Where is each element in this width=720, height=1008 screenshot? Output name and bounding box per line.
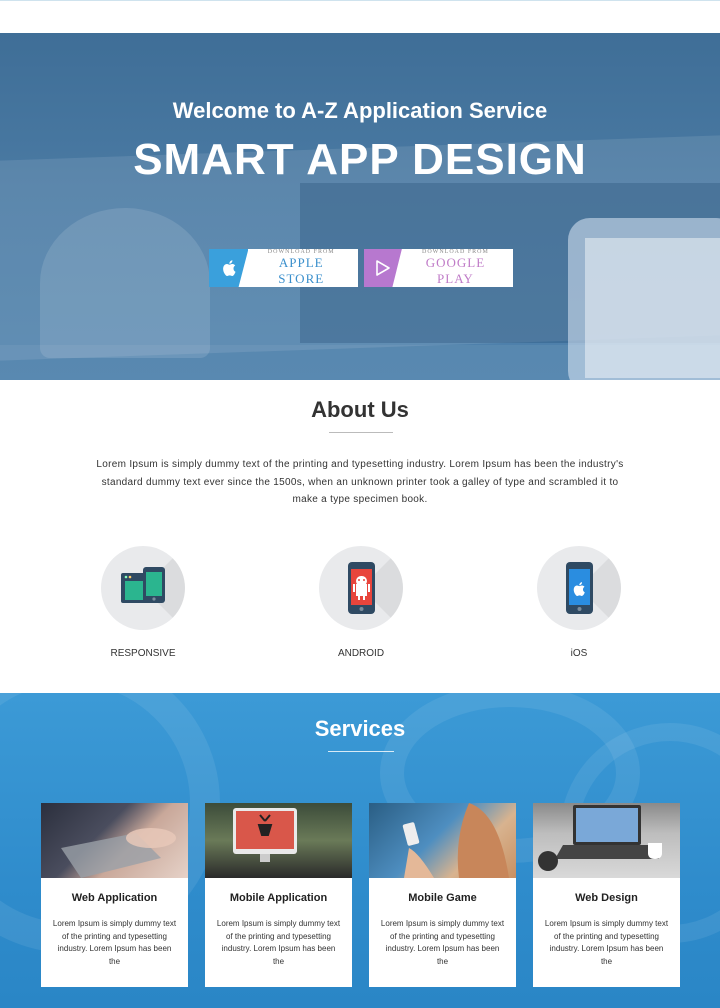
- service-card-title: Web Application: [71, 892, 158, 904]
- feature-responsive: RESPONSIVE: [73, 546, 213, 659]
- service-card-title: Web Design: [575, 892, 638, 904]
- google-play-button[interactable]: DOWNLOAD FROM GOOGLE PLAY: [364, 249, 513, 287]
- top-bar: [0, 0, 720, 33]
- feature-label: ANDROID: [337, 648, 385, 659]
- play-icon: [364, 249, 402, 287]
- services-section: Services Web Application Lorem Ipsum is …: [0, 693, 720, 1008]
- feature-label: RESPONSIVE: [110, 648, 176, 659]
- responsive-devices-icon: [101, 546, 185, 630]
- hero-background-bar: [0, 345, 720, 380]
- about-description: Lorem Ipsum is simply dummy text of the …: [96, 459, 624, 505]
- service-card-description: Lorem Ipsum is simply dummy text of the …: [216, 919, 341, 966]
- google-play-label: GOOGLE PLAY: [425, 255, 486, 286]
- apple-store-label: APPLE STORE: [278, 255, 325, 286]
- services-title: Services: [314, 716, 406, 741]
- feature-ios: iOS: [509, 546, 649, 659]
- feature-label: iOS: [570, 648, 588, 659]
- service-card-web-design[interactable]: Web Design Lorem Ipsum is simply dummy t…: [533, 803, 680, 987]
- hero-section: Welcome to A-Z Application Service SMART…: [0, 33, 720, 380]
- service-card-image: [41, 803, 188, 878]
- service-card-mobile-game[interactable]: Mobile Game Lorem Ipsum is simply dummy …: [369, 803, 516, 987]
- service-card-image: [369, 803, 516, 878]
- service-card-mobile-application[interactable]: Mobile Application Lorem Ipsum is simply…: [205, 803, 352, 987]
- service-card-description: Lorem Ipsum is simply dummy text of the …: [380, 919, 505, 966]
- ios-phone-icon: [537, 546, 621, 630]
- service-card-title: Mobile Application: [229, 892, 328, 904]
- apple-store-button[interactable]: DOWNLOAD FROM APPLE STORE: [209, 249, 358, 287]
- feature-android: ANDROID: [291, 546, 431, 659]
- hero-background-person: [40, 208, 210, 358]
- services-divider: [328, 751, 394, 752]
- service-card-title: Mobile Game: [408, 892, 477, 904]
- apple-icon: [209, 249, 249, 287]
- hero-title: SMART APP DESIGN: [133, 135, 587, 184]
- service-card-image: [533, 803, 680, 878]
- service-card-description: Lorem Ipsum is simply dummy text of the …: [544, 919, 669, 966]
- about-divider: [329, 432, 393, 433]
- service-card-image: [205, 803, 352, 878]
- service-card-web-application[interactable]: Web Application Lorem Ipsum is simply du…: [41, 803, 188, 987]
- about-title: About Us: [311, 397, 409, 422]
- service-card-description: Lorem Ipsum is simply dummy text of the …: [52, 919, 177, 966]
- hero-welcome-text: Welcome to A-Z Application Service: [172, 98, 548, 123]
- android-phone-icon: [319, 546, 403, 630]
- about-section: About Us Lorem Ipsum is simply dummy tex…: [0, 380, 720, 693]
